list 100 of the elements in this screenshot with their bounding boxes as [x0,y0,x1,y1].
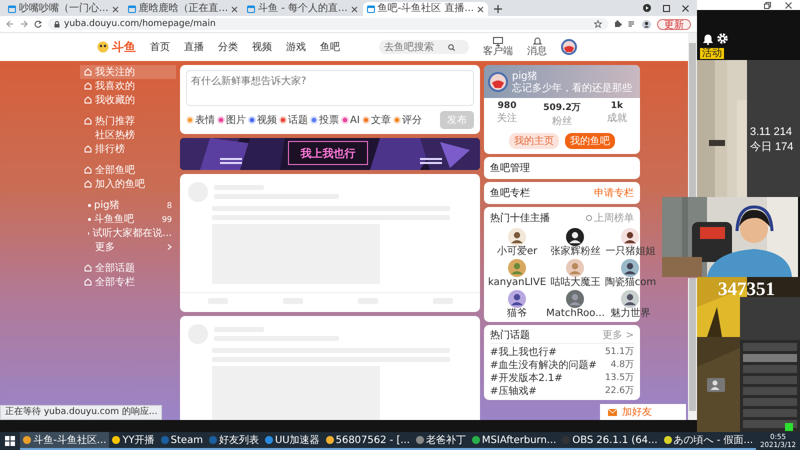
sidebar-item[interactable]: 热门推荐 [80,114,176,128]
media-icon[interactable] [643,4,651,12]
streamer-name[interactable]: 咕咕大魔王 [550,277,600,288]
avatar[interactable] [508,290,526,308]
taskbar-button[interactable]: Steam [158,432,206,450]
settings-icon[interactable] [717,33,728,44]
sidebar-item[interactable]: 全部专栏 [80,275,176,289]
calendar-icon [366,5,375,13]
toolbar-button[interactable]: 评分 [392,113,422,127]
scrollbar[interactable] [688,278,697,420]
playlist-icon[interactable] [628,20,636,28]
user-icon[interactable] [642,20,651,28]
taskbar-button[interactable]: 斗鱼-斗鱼社区... [20,432,110,450]
avatar[interactable] [508,228,526,246]
nav-link[interactable]: 分类 [218,40,238,54]
avatar[interactable] [621,259,640,277]
forward-icon[interactable] [20,20,28,28]
app-icon [264,436,273,444]
toolbar-button[interactable]: 投票 [310,113,339,127]
avatar[interactable] [566,228,584,246]
bell-icon [532,37,542,46]
sidebar-item[interactable]: 加入的鱼吧 [80,177,176,191]
nav-link[interactable]: 视频 [252,40,272,54]
browser-tab[interactable]: 吵嘴吵嘴（一门心... [4,2,123,16]
scrollbar[interactable] [688,33,697,198]
close-icon[interactable] [112,6,119,12]
back-icon[interactable] [6,20,14,28]
reload-icon[interactable] [34,20,42,28]
topic-link[interactable]: #血生没有解决的问题# [490,358,597,372]
browser-tab[interactable]: 斗鱼 - 每个人的直... [243,2,362,16]
calendar-icon [128,5,136,13]
browser-tab[interactable]: 鱼吧-斗鱼社区 直播... [362,2,488,16]
taskbar-button[interactable]: 56807562 - [... [322,432,413,450]
toolbar-button[interactable]: 表情 [186,113,215,127]
sidebar-item[interactable]: 社区热榜 [80,128,176,142]
taskbar-button[interactable]: YY开播 [109,432,158,450]
post-input[interactable]: 有什么新鲜事想告诉大家? [186,70,474,106]
streamer-name[interactable]: 猫爷 [507,308,528,319]
sidebar-item[interactable]: pig猪 8 [80,198,176,212]
search-icon[interactable] [448,44,455,50]
sidebar-item[interactable]: 排行榜 [80,142,176,156]
nav-link[interactable]: 直播 [184,40,204,54]
search-field[interactable]: 去鱼吧搜索 [379,40,469,54]
streamer-name[interactable]: 小可爱er [496,246,538,257]
topic-link[interactable]: #我上我也行# [490,344,557,358]
sidebar-item[interactable]: 全部鱼吧 [80,163,176,177]
update-button[interactable]: 更新 [657,18,691,30]
sidebar-item[interactable]: 我喜欢的 [80,79,176,93]
browser-tab[interactable]: 鹿晗鹿晗（正在直... [124,2,242,16]
streamer-name[interactable]: kanyanLIVE [488,277,546,288]
topic-link[interactable]: #开发版本2.1# [490,370,563,384]
taskbar-button[interactable]: OBS 26.1.1 (64... [559,432,661,450]
taskbar-button[interactable]: あの頃へ - 假面... [660,432,756,450]
header-link[interactable]: 客户端 [483,37,513,57]
header-link[interactable]: 消息 [527,37,547,57]
nav-link[interactable]: 首页 [150,40,170,54]
toolbar-button[interactable]: 图片 [217,113,246,127]
nav-link[interactable]: 游戏 [286,40,306,54]
count-label: 8 [166,200,172,210]
bullet-icon [88,218,91,220]
close-icon[interactable] [476,6,484,12]
clock-icon [586,215,592,221]
restore-icon[interactable] [764,2,771,8]
windows-icon[interactable] [5,436,16,446]
taskbar-button[interactable]: MSIAfterburn... [468,432,560,450]
maximize-icon[interactable] [663,4,670,12]
sidebar-item[interactable]: 更多 [80,240,176,254]
close-icon[interactable] [682,4,689,12]
close-icon[interactable] [785,2,792,8]
stat-line: 3.11 214 [750,126,794,138]
topic-link[interactable]: #压轴戏# [490,384,537,398]
card-title: 热门话题 [490,328,530,342]
puzzle-icon[interactable] [614,20,622,28]
avatar[interactable] [621,290,640,308]
event-badge[interactable]: 活动 [700,48,724,59]
sidebar-item[interactable]: 试听大家都在说... [80,226,176,240]
toolbar-button[interactable]: 视频 [248,113,277,127]
stat-value: 509.2万 [543,102,581,114]
close-icon[interactable] [231,6,238,12]
streamer-name[interactable]: MatchRoo... [546,308,605,319]
toolbar-button[interactable]: 文章 [362,113,391,127]
plus-icon[interactable] [492,4,503,14]
close-icon[interactable] [350,6,358,12]
taskbar-button[interactable]: 好友列表 [206,432,262,450]
taskbar-button[interactable]: UU加速器 [262,432,323,450]
link-card[interactable]: 鱼吧管理 [484,157,640,179]
nav-link[interactable]: 鱼吧 [320,40,340,54]
taskbar-button[interactable]: 老爸补丁 [412,432,469,450]
star-icon[interactable] [594,20,602,28]
avatar[interactable] [621,228,640,246]
bell-icon[interactable] [702,33,714,45]
sidebar-item[interactable]: 我收藏的 [80,93,176,107]
toolbar-button[interactable]: 话题 [279,113,308,127]
toolbar-button[interactable]: AI [341,114,360,126]
sidebar-item[interactable]: 全部话题 [80,261,176,275]
streamer-name[interactable]: 张家辉粉丝 [550,246,600,257]
address-bar[interactable]: yuba.douyu.com/homepage/main [48,18,608,30]
link-card[interactable]: 鱼吧专栏 申请专栏 [484,182,640,204]
lock-icon [54,20,60,28]
sidebar-item[interactable]: 斗鱼鱼吧 99 [80,212,176,226]
